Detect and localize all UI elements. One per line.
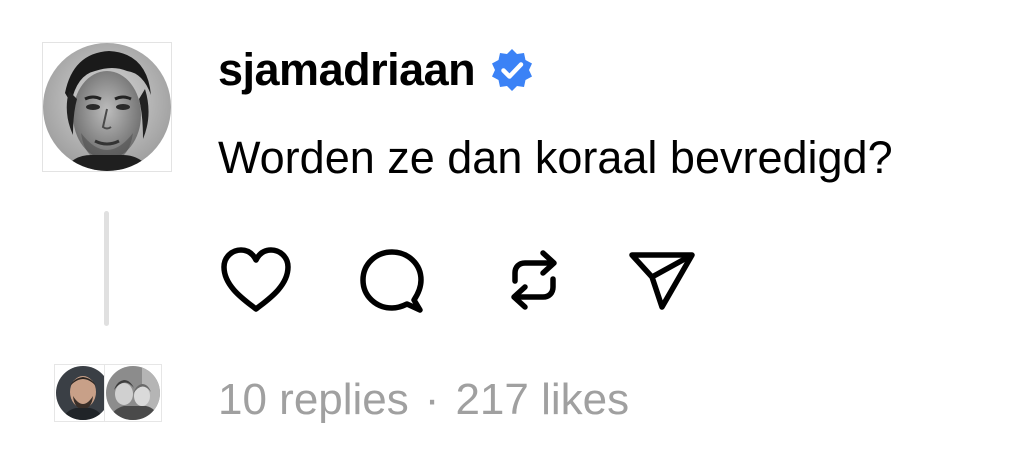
share-button[interactable]	[622, 240, 702, 320]
username[interactable]: sjamadriaan	[218, 40, 476, 100]
verified-badge-icon	[489, 47, 535, 93]
author-avatar[interactable]	[42, 42, 172, 172]
thread-line	[104, 211, 109, 326]
post-stats: 10 replies · 217 likes	[218, 370, 629, 430]
likes-count[interactable]: 217 likes	[455, 375, 629, 424]
post-header: sjamadriaan	[218, 40, 535, 100]
post-text: Worden ze dan koraal bevredigd?	[218, 132, 893, 183]
replier-avatar	[104, 364, 162, 422]
share-icon	[629, 252, 695, 310]
repost-icon	[511, 250, 557, 310]
heart-icon	[221, 247, 291, 312]
repost-button[interactable]	[494, 240, 574, 320]
comment-icon	[360, 249, 424, 313]
replies-count[interactable]: 10 replies	[218, 375, 409, 424]
like-button[interactable]	[216, 240, 296, 320]
replier-photo	[56, 366, 110, 420]
replier-avatars[interactable]	[54, 364, 166, 424]
avatar-photo	[43, 43, 171, 171]
stats-separator: ·	[424, 375, 440, 424]
reply-button[interactable]	[352, 240, 432, 320]
avatar-portrait-image	[43, 43, 171, 171]
replier-photo	[106, 366, 160, 420]
